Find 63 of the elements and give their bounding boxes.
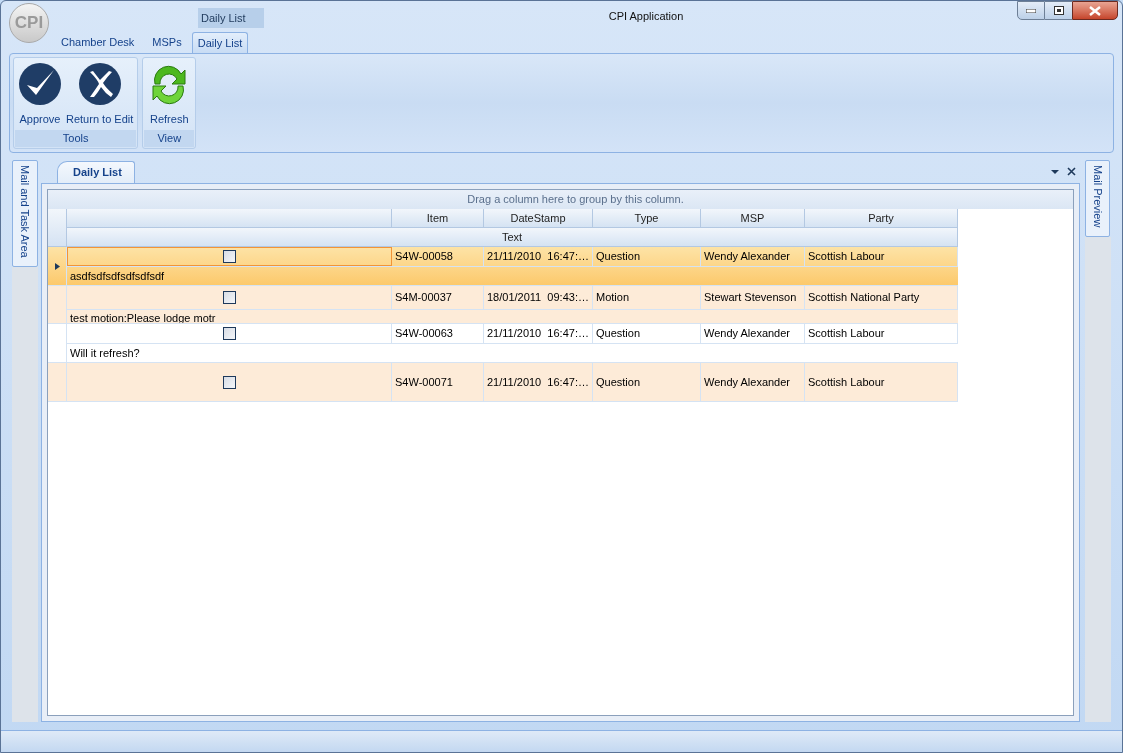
table-cell: Wendy Alexander — [701, 363, 805, 401]
column-header[interactable]: MSP — [701, 209, 805, 228]
checkbox[interactable] — [222, 327, 236, 340]
maximize-button[interactable] — [1045, 1, 1072, 20]
close-button[interactable] — [1065, 165, 1077, 177]
ribbon-tab[interactable]: Chamber Desk — [53, 32, 143, 53]
close-icon — [1089, 5, 1101, 16]
column-header[interactable]: DateStamp — [484, 209, 593, 228]
quick-access-tab[interactable]: Daily List — [198, 8, 264, 28]
column-header[interactable]: Text — [67, 228, 958, 247]
table-cell: S4W-00063 — [392, 324, 484, 343]
table-cell: Stewart Stevenson — [701, 286, 805, 309]
ribbon-button[interactable]: Approve — [16, 60, 64, 130]
close-button[interactable] — [1072, 1, 1118, 20]
ribbon-tab[interactable]: MSPs — [144, 32, 190, 53]
side-panel-tab[interactable]: Mail Preview — [1085, 160, 1110, 237]
ribbon-button[interactable]: Return to Edit — [64, 60, 136, 130]
minimize-icon — [1026, 8, 1036, 13]
table-cell: Question — [593, 324, 701, 343]
table-row[interactable]: S4W-00058 21/11/2010 16:47:… Question Wendy Alexander Scottish Labour asdfsdfsdfsdfsdfsdf — [48, 247, 958, 286]
column-header[interactable]: Item — [392, 209, 484, 228]
table-cell: Wendy Alexander — [701, 247, 805, 266]
table-cell: 21/11/2010 16:47:… — [484, 324, 593, 343]
table-cell: Scottish Labour — [805, 363, 958, 401]
table-cell: Scottish Labour — [805, 324, 958, 343]
checkbox[interactable] — [222, 291, 236, 304]
table-cell: Scottish National Party — [805, 286, 958, 309]
ribbon-button[interactable]: Refresh — [145, 60, 194, 130]
checkbox[interactable] — [223, 250, 236, 263]
table-cell: 18/01/2011 09:43:… — [484, 286, 593, 309]
table-cell: 21/11/2010 16:47:… — [484, 363, 593, 401]
group-label: View — [144, 130, 195, 147]
ribbon-tab[interactable]: Daily List — [191, 32, 249, 53]
table-row[interactable]: S4W-00071 21/11/2010 16:47:… Question Wendy Alexander Scottish Labour — [48, 363, 958, 402]
column-header[interactable]: Type — [593, 209, 701, 228]
row-header-corner — [48, 209, 67, 247]
table-row[interactable]: S4W-00063 21/11/2010 16:47:… Question Wendy Alexander Scottish Labour Will it refresh? — [48, 324, 958, 363]
window-title: CPI Application — [607, 9, 685, 24]
table-cell: 21/11/2010 16:47:… — [484, 247, 593, 266]
table-cell: S4M-00037 — [392, 286, 484, 309]
table-cell: Wendy Alexander — [701, 324, 805, 343]
text-cell: asdfsdfsdfsdfsdfsdf — [70, 270, 165, 282]
table-cell: Motion — [593, 286, 701, 309]
row-pointer-icon — [54, 262, 60, 270]
minimize-button[interactable] — [1017, 1, 1045, 20]
dropdown-button[interactable] — [1050, 167, 1060, 177]
cross-icon — [77, 62, 122, 106]
maximize-icon — [1053, 6, 1064, 15]
checkmark-icon — [18, 62, 62, 106]
group-label: Tools — [15, 130, 137, 147]
table-cell: Question — [593, 247, 701, 266]
side-panel-tab[interactable]: Mail and Task Area — [12, 160, 38, 267]
table-cell: Scottish Labour — [805, 247, 958, 266]
column-header[interactable]: Party — [805, 209, 958, 228]
group-by-hint: Drag a column here to group by this column. — [48, 190, 1073, 209]
table-cell: S4W-00058 — [392, 247, 484, 266]
caret-icon — [1051, 170, 1059, 174]
text-cell: Will it refresh? — [70, 347, 140, 359]
document-tab[interactable]: Daily List — [57, 161, 135, 183]
close-icon — [1066, 166, 1076, 176]
table-cell: S4W-00071 — [392, 363, 484, 401]
table-cell: Question — [593, 363, 701, 401]
checkbox[interactable] — [222, 375, 236, 389]
